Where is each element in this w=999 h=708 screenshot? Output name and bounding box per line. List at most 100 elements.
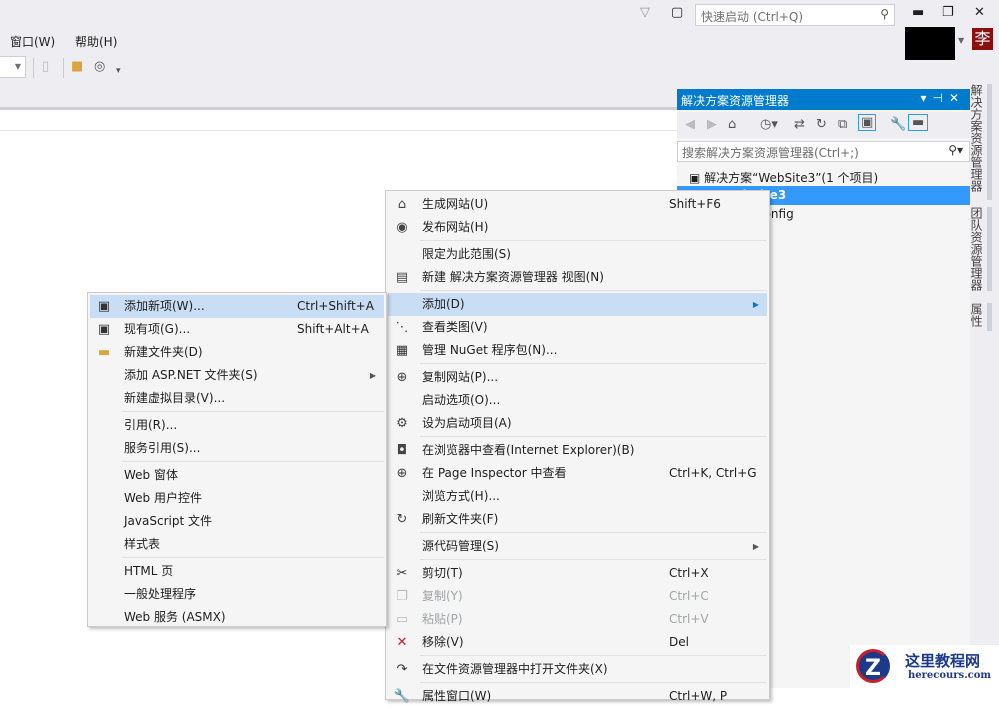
pending-changes-icon[interactable]: ◷▾ bbox=[760, 117, 778, 132]
menu-item-label: 新建文件夹(D) bbox=[124, 345, 203, 359]
search-placeholder: 搜索解决方案资源管理器(Ctrl+;) bbox=[682, 146, 859, 160]
menu-item[interactable]: ⚙ 设为启动项目(A) bbox=[388, 412, 767, 435]
menu-item-label: 在浏览器中查看(Internet Explorer)(B) bbox=[422, 443, 635, 457]
quick-launch-placeholder: 快速启动 (Ctrl+Q) bbox=[701, 10, 804, 24]
menu-item[interactable]: ▣ 现有项(G)... Shift+Alt+A bbox=[90, 318, 384, 341]
menu-item-label: 添加(D) bbox=[422, 297, 465, 311]
menu-item[interactable]: 添加 ASP.NET 文件夹(S) ▶ bbox=[90, 364, 384, 387]
menu-item-label: 新建 解决方案资源管理器 视图(N) bbox=[422, 270, 604, 284]
properties-wrench-icon[interactable]: 🔧 bbox=[890, 117, 906, 132]
panel-menu-icon[interactable]: ▾ bbox=[920, 91, 932, 105]
account-name-redacted[interactable] bbox=[905, 27, 955, 60]
menu-item-label: 引用(R)... bbox=[124, 418, 178, 432]
forward-icon[interactable]: ▶ bbox=[707, 117, 717, 132]
menu-item[interactable]: 源代码管理(S) ▶ bbox=[388, 535, 767, 558]
menu-item[interactable]: JavaScript 文件 bbox=[90, 510, 384, 533]
menu-item[interactable]: 限定为此范围(S) bbox=[388, 243, 767, 266]
menu-item[interactable]: ⊕ 复制网站(P)... bbox=[388, 366, 767, 389]
home-icon[interactable]: ⌂ bbox=[728, 117, 736, 132]
sync-icon[interactable]: ⇄ bbox=[794, 117, 805, 132]
menu-item[interactable]: 🔧 属性窗口(W) Ctrl+W, P bbox=[388, 685, 767, 708]
menu-window[interactable]: 窗口(W) bbox=[10, 33, 55, 50]
menu-item[interactable]: ▤ 新建 解决方案资源管理器 视图(N) bbox=[388, 266, 767, 289]
browser-icon: ◘ bbox=[396, 443, 408, 458]
menu-item-label: HTML 页 bbox=[124, 564, 174, 578]
menu-item[interactable]: ▣ 添加新项(W)... Ctrl+Shift+A bbox=[90, 295, 384, 318]
menu-item-label: 服务引用(S)... bbox=[124, 441, 201, 455]
quick-launch-input[interactable]: 快速启动 (Ctrl+Q) ⚲ bbox=[695, 4, 895, 26]
menu-item[interactable]: 样式表 bbox=[90, 533, 384, 556]
toolbar-separator bbox=[63, 58, 64, 78]
filter-icon[interactable]: ▽ bbox=[640, 5, 650, 20]
menu-item-label: 添加新项(W)... bbox=[124, 299, 205, 313]
device-icon[interactable]: ▯ bbox=[42, 59, 49, 74]
menu-item[interactable]: ◉ 发布网站(H) bbox=[388, 216, 767, 239]
menu-item[interactable]: 浏览方式(H)... bbox=[388, 485, 767, 508]
menu-item[interactable]: 一般处理程序 bbox=[90, 583, 384, 606]
menu-item-label: 新建虚拟目录(V)... bbox=[124, 391, 226, 405]
collapse-all-icon[interactable]: ⧉ bbox=[838, 117, 847, 132]
solution-search-input[interactable]: 搜索解决方案资源管理器(Ctrl+;) ⚲▾ bbox=[677, 141, 970, 162]
attach-icon[interactable]: ◎ bbox=[94, 59, 105, 74]
menu-item[interactable]: 添加(D) ▶ bbox=[388, 293, 767, 316]
menu-item-label: Web 用户控件 bbox=[124, 491, 202, 505]
menu-item-label: 一般处理程序 bbox=[124, 587, 197, 601]
copy-icon: ❐ bbox=[396, 589, 408, 604]
menu-item-label: 刷新文件夹(F) bbox=[422, 512, 499, 526]
minimize-button[interactable]: ▬ bbox=[912, 5, 924, 20]
menu-item[interactable]: Web 用户控件 bbox=[90, 487, 384, 510]
panel-close-icon[interactable]: ✕ bbox=[949, 91, 965, 105]
menu-item-label: 粘贴(P) bbox=[422, 612, 463, 626]
menu-item[interactable]: 新建虚拟目录(V)... bbox=[90, 387, 384, 410]
menu-item[interactable]: ◘ 在浏览器中查看(Internet Explorer)(B) bbox=[388, 439, 767, 462]
menu-item-shortcut: Ctrl+V bbox=[669, 612, 709, 626]
side-tab-solution-explorer[interactable]: 解决方案资源管理器 bbox=[969, 84, 992, 200]
config-dropdown[interactable]: ▼ bbox=[0, 56, 26, 78]
refresh-icon[interactable]: ↻ bbox=[816, 117, 827, 132]
menu-item[interactable]: HTML 页 bbox=[90, 560, 384, 583]
menu-item[interactable]: ❐ 复制(Y) Ctrl+C bbox=[388, 585, 767, 608]
preview-icon[interactable]: ▬ bbox=[908, 114, 929, 131]
menu-item[interactable]: ⊕ 在 Page Inspector 中查看 Ctrl+K, Ctrl+G bbox=[388, 462, 767, 485]
menu-item[interactable]: ✂ 剪切(T) Ctrl+X bbox=[388, 562, 767, 585]
submenu-arrow-icon: ▶ bbox=[752, 300, 759, 309]
menu-item-label: Web 窗体 bbox=[124, 468, 178, 482]
show-all-files-icon[interactable]: ▣ bbox=[858, 114, 877, 131]
avatar[interactable]: 李 bbox=[972, 28, 993, 50]
side-tab-properties[interactable]: 属性 bbox=[969, 303, 992, 331]
side-tab-team-explorer[interactable]: 团队资源管理器 bbox=[969, 207, 992, 291]
menu-help[interactable]: 帮助(H) bbox=[75, 33, 117, 50]
find-in-files-icon[interactable]: ■ bbox=[71, 59, 83, 74]
menu-item[interactable]: Web 窗体 bbox=[90, 464, 384, 487]
toolbar-overflow-icon[interactable]: ▾ bbox=[116, 66, 121, 76]
menu-item-label: 复制网站(P)... bbox=[422, 370, 499, 384]
menu-item[interactable]: 引用(R)... bbox=[90, 414, 384, 437]
menu-item[interactable]: ▬ 新建文件夹(D) bbox=[90, 341, 384, 364]
menu-item[interactable]: Web 服务 (ASMX) bbox=[90, 606, 384, 629]
close-button[interactable]: ✕ bbox=[974, 5, 985, 20]
menu-item[interactable]: ✕ 移除(V) Del bbox=[388, 631, 767, 654]
menu-item[interactable]: ↷ 在文件资源管理器中打开文件夹(X) bbox=[388, 658, 767, 681]
feedback-icon[interactable]: ▢ bbox=[671, 5, 683, 20]
account-dropdown-icon[interactable]: ▼ bbox=[958, 36, 964, 45]
page-inspector-icon: ⊕ bbox=[396, 466, 408, 481]
menu-item-label: Web 服务 (ASMX) bbox=[124, 610, 226, 624]
menu-item[interactable]: ⋱ 查看类图(V) bbox=[388, 316, 767, 339]
toolbar-separator bbox=[33, 58, 34, 78]
panel-title: 解决方案资源管理器 bbox=[681, 94, 790, 108]
class-diagram-icon: ⋱ bbox=[395, 320, 409, 335]
tree-item-solution[interactable]: ▣ 解决方案“WebSite3”(1 个项目) bbox=[677, 167, 970, 186]
add-submenu: ▣ 添加新项(W)... Ctrl+Shift+A ▣ 现有项(G)... Shift+A… bbox=[87, 292, 387, 627]
pin-icon[interactable]: ⊣ bbox=[932, 91, 948, 105]
menu-item[interactable]: 服务引用(S)... bbox=[90, 437, 384, 460]
menu-item[interactable]: 启动选项(O)... bbox=[388, 389, 767, 412]
restore-button[interactable]: ❐ bbox=[942, 5, 954, 20]
menu-item[interactable]: ▭ 粘贴(P) Ctrl+V bbox=[388, 608, 767, 631]
menu-item[interactable]: ▦ 管理 NuGet 程序包(N)... bbox=[388, 339, 767, 362]
back-icon[interactable]: ◀ bbox=[685, 117, 695, 132]
menu-item-label: 移除(V) bbox=[422, 635, 464, 649]
menu-item[interactable]: ↻ 刷新文件夹(F) bbox=[388, 508, 767, 531]
menu-item[interactable]: ⌂ 生成网站(U) Shift+F6 bbox=[388, 193, 767, 216]
search-icon: ⚲ bbox=[880, 7, 889, 21]
menu-item-label: 属性窗口(W) bbox=[422, 689, 492, 703]
